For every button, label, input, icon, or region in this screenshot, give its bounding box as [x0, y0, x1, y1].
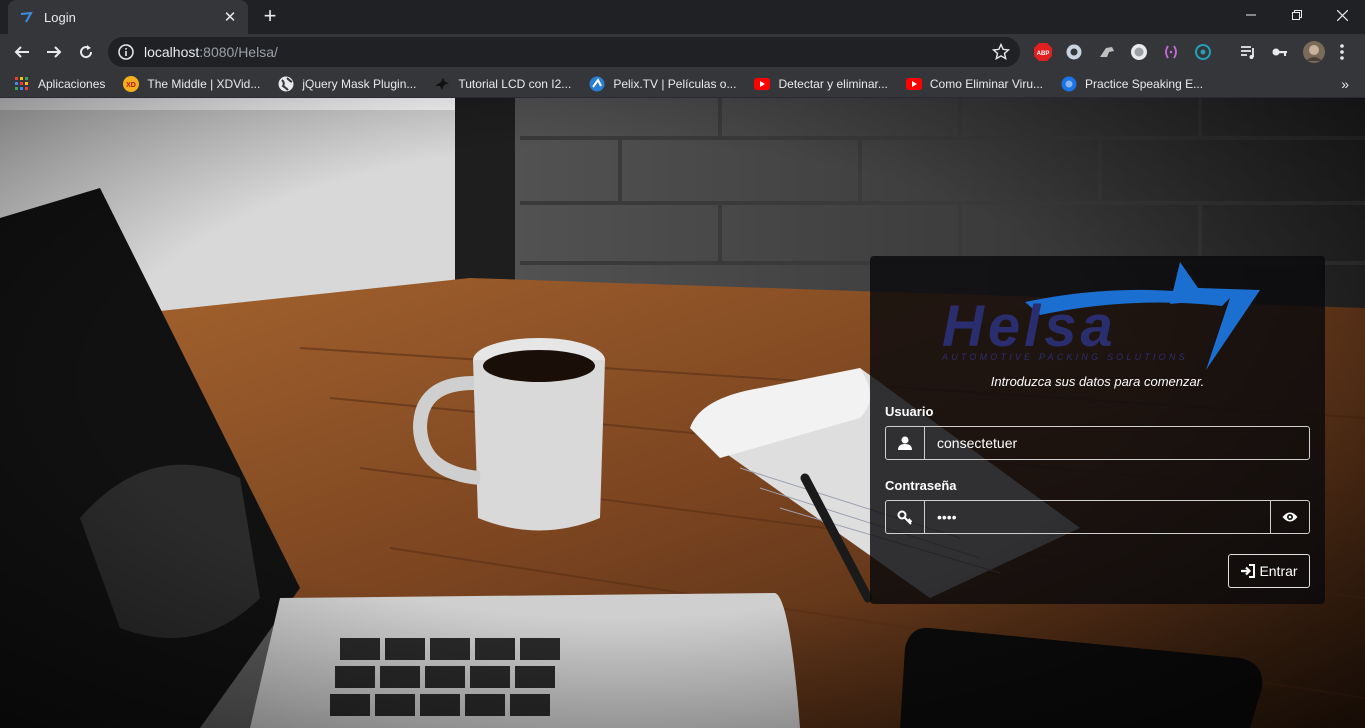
ring-icon[interactable]	[1064, 42, 1084, 62]
helsa-favicon-icon	[20, 11, 33, 23]
close-window-icon[interactable]	[1319, 0, 1365, 30]
bookmarks-overflow-icon[interactable]: »	[1341, 76, 1349, 92]
svg-text:ABP: ABP	[1037, 51, 1050, 57]
browser-toolbar: localhost:8080/Helsa/ ABP	[0, 34, 1365, 70]
username-input[interactable]	[925, 427, 1309, 459]
bookmark-detectar-eliminar[interactable]: Detectar y eliminar...	[754, 76, 888, 92]
tab-title: Login	[44, 9, 76, 25]
youtube-icon	[754, 76, 771, 92]
browser-tab[interactable]: Login ✕	[8, 0, 248, 34]
password-input[interactable]	[925, 501, 1270, 533]
minimize-icon[interactable]	[1228, 0, 1274, 30]
playlist-icon[interactable]	[1238, 42, 1258, 62]
youtube-icon	[905, 76, 922, 92]
intro-text: Introduzca sus datos para comenzar.	[990, 374, 1205, 389]
horse-icon[interactable]	[1097, 42, 1117, 62]
bookmark-label: Practice Speaking E...	[1085, 76, 1204, 91]
bookmark-aplicaciones[interactable]: Aplicaciones	[14, 76, 105, 92]
bookmark-star-icon[interactable]	[992, 43, 1010, 61]
bookmark-label: Tutorial LCD con I2...	[458, 76, 572, 91]
bookmark-tutorial-lcd[interactable]: Tutorial LCD con I2...	[434, 76, 571, 92]
svg-text:Helsa: Helsa	[942, 294, 1117, 359]
bookmark-label: Pelix.TV | Películas o...	[613, 76, 737, 91]
password-label: Contraseña	[885, 478, 957, 493]
new-tab-button[interactable]: +	[258, 5, 282, 29]
adblock-icon[interactable]: ABP	[1033, 42, 1053, 62]
login-page: Helsa AUTOMOTIVE PACKING SOLUTIONS Intro…	[0, 98, 1365, 728]
user-icon	[886, 427, 925, 459]
menu-dots-icon[interactable]	[1332, 42, 1352, 62]
globe-icon	[278, 76, 294, 92]
bookmark-practice-speaking[interactable]: Practice Speaking E...	[1061, 76, 1203, 92]
bookmark-pelix-tv[interactable]: Pelix.TV | Películas o...	[589, 76, 736, 92]
brackets-icon[interactable]	[1161, 42, 1181, 62]
xd-icon: XD	[123, 75, 140, 92]
back-icon[interactable]	[8, 38, 36, 66]
record-icon[interactable]	[1129, 42, 1149, 62]
bookmark-label: Aplicaciones	[38, 76, 106, 91]
url-text[interactable]: localhost:8080/Helsa/	[144, 44, 278, 60]
password-group	[885, 500, 1310, 534]
bird-icon	[434, 76, 450, 92]
helsa-logo: Helsa AUTOMOTIVE PACKING SOLUTIONS	[941, 262, 1260, 370]
bookmark-label: Detectar y eliminar...	[778, 76, 888, 91]
restore-icon[interactable]	[1274, 0, 1320, 30]
forward-icon[interactable]	[40, 38, 68, 66]
bookmark-como-eliminar[interactable]: Como Eliminar Viru...	[905, 76, 1044, 92]
login-panel: Helsa AUTOMOTIVE PACKING SOLUTIONS Intro…	[870, 256, 1325, 604]
key-icon	[886, 501, 925, 533]
reload-icon[interactable]	[72, 38, 100, 66]
bookmark-label: The Middle | XDVid...	[147, 76, 261, 91]
key-icon[interactable]	[1270, 42, 1290, 62]
circle-blue-icon	[1061, 76, 1077, 92]
tab-strip: Login ✕ +	[0, 0, 1365, 34]
login-submit-label: Entrar	[1259, 563, 1298, 579]
bookmark-label: jQuery Mask Plugin...	[302, 76, 417, 91]
show-password-eye-icon[interactable]	[1270, 501, 1309, 533]
address-bar[interactable]: localhost:8080/Helsa/	[108, 37, 1020, 67]
login-submit-button[interactable]: Entrar	[1228, 554, 1310, 588]
target-icon[interactable]	[1193, 42, 1213, 62]
pelix-icon	[589, 76, 605, 92]
svg-text:AUTOMOTIVE PACKING SOLUTIONS: AUTOMOTIVE PACKING SOLUTIONS	[941, 352, 1188, 362]
username-label: Usuario	[885, 404, 934, 419]
apps-grid-icon	[14, 76, 30, 92]
profile-avatar[interactable]	[1302, 40, 1326, 64]
bookmark-the-middle[interactable]: XD The Middle | XDVid...	[123, 75, 261, 92]
bookmark-label: Como Eliminar Viru...	[929, 76, 1044, 91]
bookmarks-bar: Aplicaciones XD The Middle | XDVid... jQ…	[0, 70, 1365, 98]
svg-text:XD: XD	[127, 82, 137, 89]
username-group	[885, 426, 1310, 460]
bookmark-jquery-mask[interactable]: jQuery Mask Plugin...	[278, 76, 416, 92]
sign-in-icon	[1241, 564, 1256, 578]
close-tab-icon[interactable]: ✕	[222, 8, 238, 26]
info-icon[interactable]	[118, 44, 134, 60]
